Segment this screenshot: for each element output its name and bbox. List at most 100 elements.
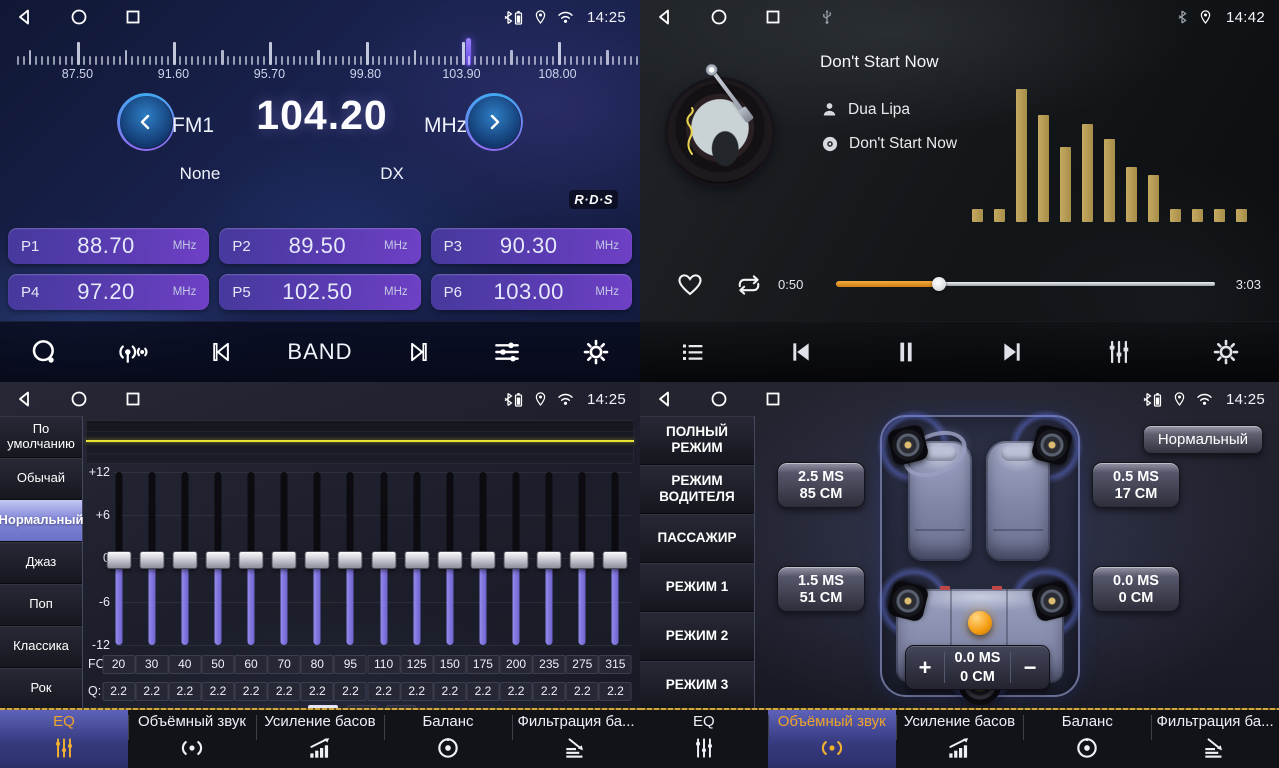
next-icon[interactable] bbox=[397, 330, 441, 374]
playlist-icon[interactable] bbox=[671, 330, 715, 374]
home-button[interactable] bbox=[708, 388, 730, 410]
fc-value[interactable]: 110 bbox=[367, 655, 400, 674]
q-value[interactable]: 2.2 bbox=[400, 682, 433, 701]
previous-icon[interactable] bbox=[199, 330, 243, 374]
eq-slider-thumb[interactable] bbox=[537, 551, 562, 569]
front-left-delay-button[interactable]: 2.5 MS85 CM bbox=[777, 462, 865, 508]
eq-slider-thumb[interactable] bbox=[603, 551, 628, 569]
front-right-delay-button[interactable]: 0.5 MS17 CM bbox=[1092, 462, 1180, 508]
q-value[interactable]: 2.2 bbox=[135, 682, 168, 701]
sound-profile-button[interactable]: Нормальный bbox=[1143, 425, 1263, 454]
q-value[interactable]: 2.2 bbox=[235, 682, 268, 701]
home-button[interactable] bbox=[68, 6, 90, 28]
recents-button[interactable] bbox=[762, 388, 784, 410]
fc-value[interactable]: 30 bbox=[135, 655, 168, 674]
eq-slider-thumb[interactable] bbox=[305, 551, 330, 569]
back-button[interactable] bbox=[654, 6, 676, 28]
increase-button[interactable]: + bbox=[906, 646, 944, 689]
home-button[interactable] bbox=[708, 6, 730, 28]
preset-button-1[interactable]: P188.70MHz bbox=[8, 228, 209, 264]
fc-value[interactable]: 80 bbox=[301, 655, 334, 674]
eq-slider-thumb[interactable] bbox=[139, 551, 164, 569]
fc-value[interactable]: 235 bbox=[533, 655, 566, 674]
eq-preset-item[interactable]: Поп bbox=[0, 584, 82, 626]
mode-item[interactable]: РЕЖИМ 2 bbox=[640, 612, 754, 661]
pause-icon[interactable] bbox=[884, 330, 928, 374]
q-value[interactable]: 2.2 bbox=[268, 682, 301, 701]
mode-item[interactable]: ПОЛНЫЙ РЕЖИМ bbox=[640, 416, 754, 465]
eq-slider-thumb[interactable] bbox=[470, 551, 495, 569]
q-value[interactable]: 2.2 bbox=[201, 682, 234, 701]
q-value[interactable]: 2.2 bbox=[566, 682, 599, 701]
preset-button-5[interactable]: P5102.50MHz bbox=[219, 274, 420, 310]
eq-slider-thumb[interactable] bbox=[570, 551, 595, 569]
fc-value[interactable]: 125 bbox=[400, 655, 433, 674]
next-icon[interactable] bbox=[991, 330, 1035, 374]
eq-preset-item[interactable]: Классика bbox=[0, 626, 82, 668]
preset-button-4[interactable]: P497.20MHz bbox=[8, 274, 209, 310]
equalizer-icon[interactable] bbox=[485, 330, 529, 374]
eq-slider-thumb[interactable] bbox=[272, 551, 297, 569]
eq-preset-item[interactable]: По умолчанию bbox=[0, 416, 82, 458]
mode-item[interactable]: РЕЖИМ ВОДИТЕЛЯ bbox=[640, 465, 754, 514]
tab-surround[interactable]: Объёмный звук bbox=[768, 710, 896, 768]
tab-eq[interactable]: EQ bbox=[0, 710, 128, 768]
q-value[interactable]: 2.2 bbox=[433, 682, 466, 701]
q-value[interactable]: 2.2 bbox=[168, 682, 201, 701]
eq-slider-thumb[interactable] bbox=[504, 551, 529, 569]
decrease-button[interactable]: − bbox=[1011, 646, 1049, 689]
band-button[interactable]: BAND bbox=[287, 330, 352, 374]
q-value[interactable]: 2.2 bbox=[500, 682, 533, 701]
fc-value[interactable]: 95 bbox=[334, 655, 367, 674]
home-button[interactable] bbox=[68, 388, 90, 410]
seek-slider[interactable] bbox=[836, 276, 1215, 292]
scan-icon[interactable] bbox=[22, 330, 66, 374]
tab-surround[interactable]: Объёмный звук bbox=[128, 710, 256, 768]
mode-item[interactable]: ПАССАЖИР bbox=[640, 514, 754, 563]
back-button[interactable] bbox=[654, 388, 676, 410]
mode-item[interactable]: РЕЖИМ 3 bbox=[640, 661, 754, 710]
eq-slider-thumb[interactable] bbox=[371, 551, 396, 569]
rear-left-delay-button[interactable]: 1.5 MS51 CM bbox=[777, 566, 865, 612]
q-value[interactable]: 2.2 bbox=[466, 682, 499, 701]
back-button[interactable] bbox=[14, 388, 36, 410]
settings-gear-icon[interactable] bbox=[574, 330, 618, 374]
eq-slider-thumb[interactable] bbox=[404, 551, 429, 569]
back-button[interactable] bbox=[14, 6, 36, 28]
fc-value[interactable]: 200 bbox=[500, 655, 533, 674]
tab-crossover[interactable]: Фильтрация ба... bbox=[1151, 710, 1279, 768]
preset-button-3[interactable]: P390.30MHz bbox=[431, 228, 632, 264]
recents-button[interactable] bbox=[762, 6, 784, 28]
tab-crossover[interactable]: Фильтрация ба... bbox=[512, 710, 640, 768]
eq-slider-thumb[interactable] bbox=[106, 551, 131, 569]
fc-value[interactable]: 70 bbox=[268, 655, 301, 674]
q-value[interactable]: 2.2 bbox=[301, 682, 334, 701]
mode-item[interactable]: РЕЖИМ 1 bbox=[640, 563, 754, 612]
fc-value[interactable]: 175 bbox=[466, 655, 499, 674]
recents-button[interactable] bbox=[122, 6, 144, 28]
listener-position-ball[interactable] bbox=[968, 611, 992, 635]
tune-down-button[interactable] bbox=[118, 94, 174, 150]
tab-eq[interactable]: EQ bbox=[640, 710, 768, 768]
eq-preset-item[interactable]: Рок bbox=[0, 668, 82, 710]
previous-icon[interactable] bbox=[778, 330, 822, 374]
eq-slider-thumb[interactable] bbox=[172, 551, 197, 569]
rear-right-delay-button[interactable]: 0.0 MS0 CM bbox=[1092, 566, 1180, 612]
fc-value[interactable]: 150 bbox=[433, 655, 466, 674]
fc-value[interactable]: 40 bbox=[168, 655, 201, 674]
eq-slider-thumb[interactable] bbox=[437, 551, 462, 569]
recents-button[interactable] bbox=[122, 388, 144, 410]
fc-value[interactable]: 275 bbox=[566, 655, 599, 674]
preset-button-6[interactable]: P6103.00MHz bbox=[431, 274, 632, 310]
eq-slider-thumb[interactable] bbox=[338, 551, 363, 569]
tab-balance[interactable]: Баланс bbox=[1023, 710, 1151, 768]
tab-bass-boost[interactable]: Усиление басов bbox=[896, 710, 1024, 768]
eq-slider-thumb[interactable] bbox=[205, 551, 230, 569]
seek-thumb[interactable] bbox=[932, 277, 946, 291]
eq-preset-item[interactable]: Обычай bbox=[0, 458, 82, 500]
tab-balance[interactable]: Баланс bbox=[384, 710, 512, 768]
aps-broadcast-icon[interactable] bbox=[111, 330, 155, 374]
q-value[interactable]: 2.2 bbox=[102, 682, 135, 701]
eq-slider-thumb[interactable] bbox=[239, 551, 264, 569]
q-value[interactable]: 2.2 bbox=[334, 682, 367, 701]
